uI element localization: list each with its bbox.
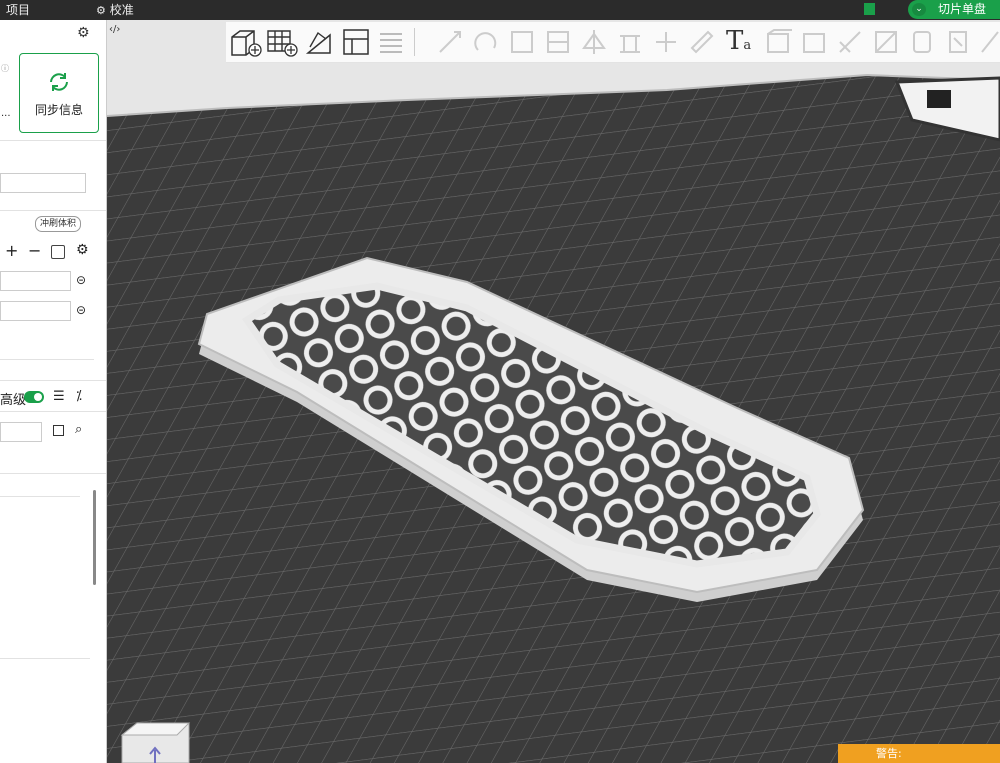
divider [0, 658, 90, 659]
divider [0, 359, 94, 360]
sync-info-button[interactable]: 同步信息 [19, 53, 99, 133]
search-icon[interactable]: ⌕ [75, 422, 82, 437]
view-cube[interactable] [120, 722, 191, 763]
auto-orient-icon[interactable] [304, 27, 334, 57]
arrange-grid-icon[interactable] [266, 27, 298, 57]
main-toolbar: Ta [226, 22, 1000, 63]
paint-icon[interactable] [872, 28, 900, 56]
divider [0, 210, 106, 211]
list-view-icon[interactable]: ☰ [53, 389, 65, 404]
flush-volume-button[interactable]: 冲刷体积 [35, 216, 82, 232]
scale-icon[interactable] [508, 28, 536, 56]
info-icon: ⓘ [1, 64, 9, 73]
list-icon[interactable] [378, 30, 404, 54]
more-icon[interactable]: ⊝ [76, 273, 86, 287]
assembly-icon[interactable] [764, 28, 792, 56]
slice-plate-button[interactable]: ⌄ 切片单盘 [908, 0, 1000, 19]
remove-filament-button[interactable]: − [28, 241, 41, 260]
chevron-down-icon[interactable]: ⌄ [912, 3, 926, 16]
build-plate-scene [107, 20, 1000, 763]
text-tool-sub: a [743, 38, 752, 53]
support-icon[interactable] [616, 28, 644, 56]
cut-icon[interactable] [544, 28, 572, 56]
variable-layer-icon[interactable] [908, 28, 936, 56]
add-cube-icon[interactable] [230, 27, 262, 57]
menu-calibrate[interactable]: ⚙ 校准 [96, 1, 134, 18]
toolbar-separator [414, 28, 415, 56]
add-filament-button[interactable]: + [5, 241, 18, 260]
rotate-icon[interactable] [472, 28, 500, 56]
warning-bar: 警告: [838, 744, 1000, 763]
filament-gear-icon[interactable]: ⚙ [76, 242, 89, 258]
text-tool-label: T [726, 26, 744, 56]
menu-project[interactable]: 项目 [6, 1, 30, 18]
gear-icon: ⚙ [96, 4, 106, 17]
settings-gear-icon[interactable]: ⚙ [77, 25, 90, 41]
save-icon[interactable] [53, 425, 64, 436]
measure-icon[interactable] [688, 28, 716, 56]
sidebar-scrollbar[interactable] [93, 490, 96, 585]
more-icon[interactable]: ⊝ [76, 303, 86, 317]
menu-bar: 项目 ⚙ 校准 ⌄ 切片单盘 [0, 0, 1000, 20]
drill-icon[interactable] [944, 28, 972, 56]
truncated-text: ... [1, 108, 11, 119]
view-icon[interactable] [836, 28, 864, 56]
collapse-sidebar-icon[interactable]: ‹/› [109, 24, 120, 35]
divider [0, 473, 106, 474]
menu-calibrate-label: 校准 [109, 3, 134, 17]
3d-viewport[interactable] [107, 20, 1000, 763]
divider [0, 411, 106, 412]
advanced-label: 高级 [0, 393, 27, 408]
left-sidebar: ⚙ ⓘ ... 同步信息 冲刷体积 + − ⚙ ⊝ ⊝ 高级 ☰ ⁒ ⌕ [0, 20, 107, 763]
text-icon[interactable]: Ta [726, 26, 751, 56]
divider [0, 140, 106, 141]
split-icon[interactable] [800, 28, 828, 56]
divider [0, 380, 106, 381]
advanced-toggle[interactable] [24, 391, 44, 403]
ruler-icon[interactable] [980, 28, 1000, 56]
sync-info-label: 同步信息 [34, 103, 83, 117]
mirror-icon[interactable] [580, 28, 608, 56]
layout-icon[interactable] [864, 3, 875, 15]
filament-field-2[interactable] [0, 301, 71, 321]
layout-panel-icon[interactable] [342, 27, 370, 57]
text-field[interactable] [0, 173, 86, 193]
seam-icon[interactable] [652, 28, 680, 56]
divider [0, 496, 80, 497]
warning-label: 警告: [876, 747, 902, 760]
filament-sync-icon[interactable] [51, 245, 65, 259]
move-icon[interactable] [436, 28, 464, 56]
filament-field-1[interactable] [0, 271, 71, 291]
compare-icon[interactable]: ⁒ [76, 389, 82, 404]
sync-icon [50, 73, 68, 91]
search-input[interactable] [0, 422, 42, 442]
